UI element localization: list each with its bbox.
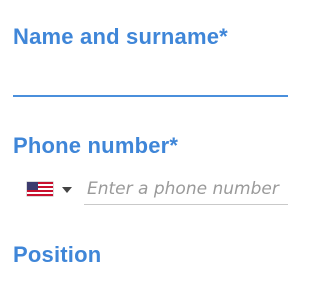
position-field-label: Position <box>13 242 102 267</box>
chevron-down-icon <box>62 187 72 193</box>
country-code-select[interactable] <box>27 180 77 200</box>
flag-canton <box>27 182 38 190</box>
phone-input-row <box>27 174 288 206</box>
us-flag-icon <box>27 182 53 196</box>
contact-form: Name and surname* Phone number* Position <box>0 0 288 288</box>
name-field-label: Name and surname* <box>13 24 228 49</box>
phone-number-input[interactable] <box>84 174 288 205</box>
phone-field-label: Phone number* <box>13 133 179 158</box>
name-input-underline[interactable] <box>13 95 288 97</box>
